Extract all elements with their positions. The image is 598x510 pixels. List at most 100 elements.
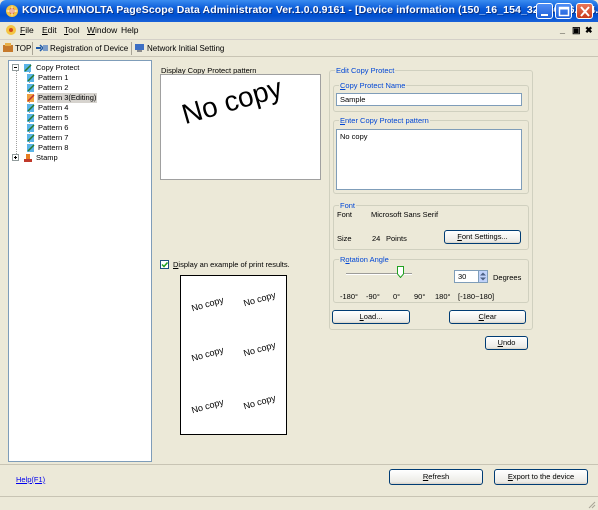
pattern-icon — [27, 74, 35, 82]
pattern-icon — [27, 84, 35, 92]
tile-text: No copy — [190, 344, 225, 364]
export-to-device-button[interactable]: Export to the device — [494, 469, 588, 485]
tree-node-pattern-6[interactable]: Pattern 6 — [26, 123, 136, 133]
mdi-close-icon[interactable]: ✖ — [585, 25, 593, 36]
close-button[interactable] — [576, 3, 593, 19]
preview-text: No copy — [178, 74, 286, 131]
rotation-unit: Degrees — [493, 273, 522, 282]
tree-label: Pattern 1 — [38, 73, 69, 82]
tile-text: No copy — [242, 289, 277, 309]
tile-text: No copy — [242, 392, 277, 412]
spin-arrows-icon — [480, 272, 486, 281]
spin-up-down-icon[interactable] — [478, 271, 487, 282]
minimize-button[interactable] — [536, 3, 553, 19]
tick-90: 90° — [414, 292, 426, 301]
footer-divider — [0, 464, 598, 465]
print-example-page: No copy No copy No copy No copy No copy … — [180, 275, 287, 435]
rotation-slider-thumb[interactable] — [397, 266, 404, 278]
network-setting-icon — [135, 44, 144, 52]
tick-180: 180° — [435, 292, 451, 301]
tree-label: Pattern 5 — [38, 113, 69, 122]
registration-label: Registration of Device — [50, 44, 129, 53]
rotation-range: [-180~180] — [458, 292, 495, 301]
load-button[interactable]: Load... — [332, 310, 410, 324]
group-title: Enter Copy Protect pattern — [339, 116, 430, 125]
pattern-icon — [27, 134, 35, 142]
stamp-icon — [24, 154, 32, 162]
tree-label: Stamp — [36, 153, 58, 162]
tree-node-stamp[interactable]: Stamp — [12, 153, 112, 163]
help-link[interactable]: Help(F1) — [16, 475, 45, 484]
window-title: KONICA MINOLTA PageScope Data Administra… — [22, 4, 598, 16]
menu-file[interactable]: File — [20, 25, 34, 35]
registration-of-device-button[interactable]: Registration of Device — [36, 43, 128, 53]
minimize-icon — [541, 14, 548, 16]
menu-tool[interactable]: Tool — [64, 25, 80, 35]
tree-label: Pattern 2 — [38, 83, 69, 92]
top-label: TOP — [15, 44, 32, 53]
display-example-label[interactable]: Display an example of print results. — [173, 260, 290, 269]
display-example-checkbox[interactable] — [160, 260, 169, 269]
document-app-icon[interactable] — [5, 24, 17, 36]
tree-label: Pattern 4 — [38, 103, 69, 112]
menu-help[interactable]: Help — [121, 25, 138, 35]
tree-node-pattern-2[interactable]: Pattern 2 — [26, 83, 136, 93]
status-bar — [0, 496, 598, 510]
tree-node-pattern-5[interactable]: Pattern 5 — [26, 113, 136, 123]
close-icon — [580, 6, 590, 17]
tree-label: Copy Protect — [36, 63, 80, 72]
network-initial-setting-button[interactable]: Network Initial Setting — [134, 43, 224, 53]
rotation-value: 30 — [458, 272, 467, 281]
toolbar-separator — [131, 42, 132, 55]
tree-panel: Copy Protect Pattern 1 Pattern 2 Pattern… — [8, 60, 152, 462]
tree-node-copy-protect[interactable]: Copy Protect — [12, 63, 142, 73]
menu-window[interactable]: Window — [87, 25, 117, 35]
font-settings-button[interactable]: Font Settings... — [444, 230, 521, 244]
pattern-textarea[interactable]: No copy — [336, 129, 522, 190]
network-label: Network Initial Setting — [147, 44, 225, 53]
menu-edit[interactable]: Edit — [42, 25, 57, 35]
toolbar: TOP Registration of Device Network Initi… — [0, 40, 598, 57]
tree-label: Pattern 6 — [38, 123, 69, 132]
tree-node-pattern-1[interactable]: Pattern 1 — [26, 73, 136, 83]
tree-node-pattern-4[interactable]: Pattern 4 — [26, 103, 136, 113]
tree-label: Pattern 3(Editing) — [37, 93, 98, 103]
tree-node-pattern-7[interactable]: Pattern 7 — [26, 133, 136, 143]
toolbar-separator — [32, 42, 33, 55]
copy-protect-icon — [24, 64, 32, 72]
pattern-editing-icon — [27, 94, 35, 102]
pattern-icon — [27, 124, 35, 132]
app-logo-icon — [6, 5, 18, 17]
tree-label: Pattern 7 — [38, 133, 69, 142]
collapse-icon[interactable] — [12, 64, 19, 71]
rotation-spinbox[interactable]: 30 — [454, 270, 488, 283]
tree-node-pattern-3[interactable]: Pattern 3(Editing) — [26, 93, 136, 103]
pattern-icon — [27, 114, 35, 122]
undo-button[interactable]: Undo — [485, 336, 528, 350]
tree-line — [16, 69, 17, 160]
mdi-restore-icon[interactable]: ▣ — [572, 25, 581, 36]
tile-text: No copy — [190, 294, 225, 314]
size-unit: Points — [386, 234, 407, 243]
refresh-button[interactable]: Refresh — [389, 469, 483, 485]
pattern-icon — [27, 104, 35, 112]
group-title: Rotation Angle — [339, 255, 390, 264]
resize-grip-icon[interactable] — [586, 499, 596, 509]
copy-protect-name-field[interactable]: Sample — [336, 93, 522, 106]
menu-bar: File Edit Tool Window Help _ ▣ ✖ — [0, 22, 598, 40]
mdi-minimize-icon[interactable]: _ — [560, 25, 565, 35]
top-button[interactable]: TOP — [3, 43, 31, 53]
tile-text: No copy — [242, 339, 277, 359]
font-label: Font — [337, 210, 353, 219]
maximize-button[interactable] — [555, 3, 572, 19]
tick-neg-180: -180° — [340, 292, 359, 301]
tick-neg-90: -90° — [366, 292, 380, 301]
maximize-icon — [558, 6, 570, 17]
tree-node-pattern-8[interactable]: Pattern 8 — [26, 143, 136, 153]
clear-button[interactable]: Clear — [449, 310, 526, 324]
top-icon — [3, 43, 13, 52]
expand-icon[interactable] — [12, 154, 19, 161]
title-bar: KONICA MINOLTA PageScope Data Administra… — [0, 0, 598, 22]
size-label: Size — [337, 234, 352, 243]
size-value: 24 — [372, 234, 381, 243]
